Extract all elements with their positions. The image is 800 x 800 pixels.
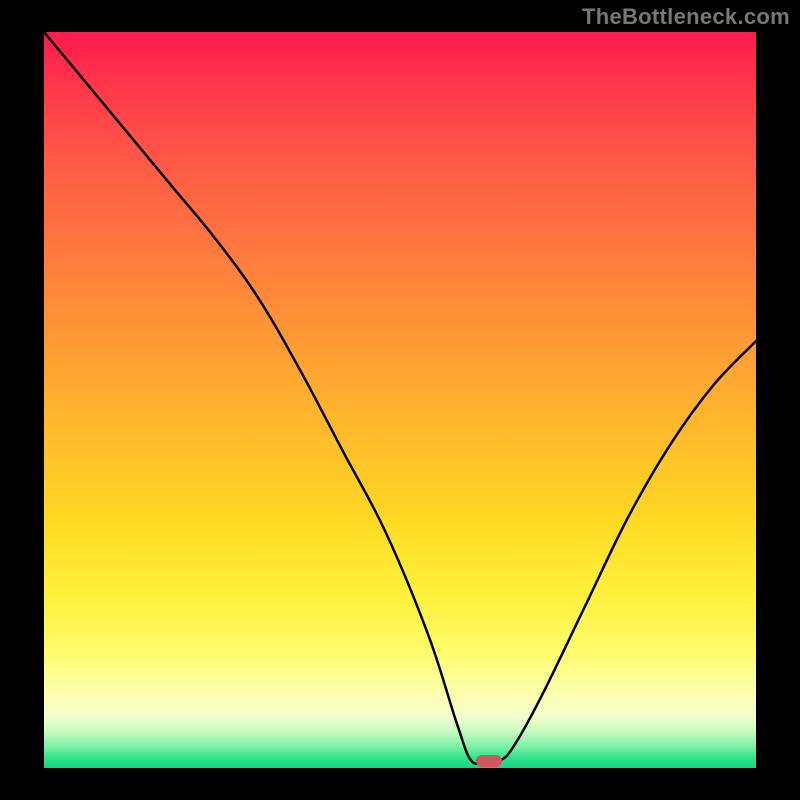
bottleneck-curve xyxy=(44,32,756,768)
watermark-text: TheBottleneck.com xyxy=(582,4,790,30)
chart-frame: TheBottleneck.com xyxy=(0,0,800,800)
plot-area xyxy=(44,32,756,768)
curve-path xyxy=(44,32,756,764)
optimal-marker xyxy=(476,755,502,767)
